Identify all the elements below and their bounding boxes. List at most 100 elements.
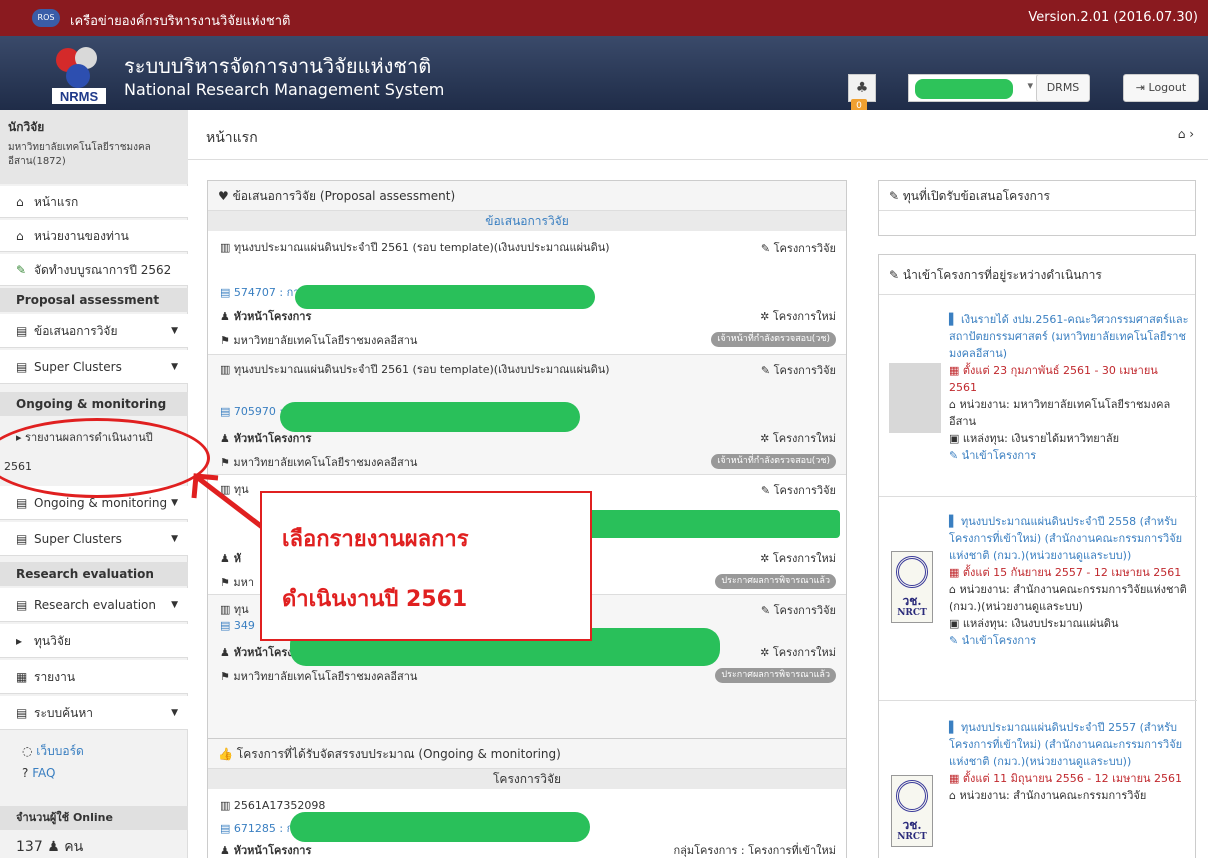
bookmark-icon: ▌ [949,313,961,326]
gear-icon: ✲ [760,646,773,659]
user-university: มหาวิทยาลัยเทคโนโลยีราชมงคลอีสาน(1872) [8,142,151,167]
project-status-new: ✲ โครงการใหม่ [760,307,836,325]
project-new-label: โครงการใหม่ [772,552,836,565]
project-code[interactable]: ▤ 574707 : การ [220,283,305,301]
import-project-link[interactable]: ✎ นำเข้าโครงการ [949,447,1189,464]
report-icon: ▦ [16,670,28,684]
grant-unit-label: หน่วยงาน: มหาวิทยาลัยเทคโนโลยีราชมงคลอีส… [949,398,1171,428]
chevron-down-icon: ▼ [171,362,178,372]
pencil-icon: ✎ [949,634,962,647]
annotation-line-2: ดำเนินงานปี 2561 [282,587,468,612]
pen-icon: ✎ [760,484,774,497]
grant-unit-label: หน่วยงาน: สำนักงานคณะกรรมการวิจัย [959,789,1147,802]
project-code[interactable]: ▤ 671285 : ก [220,819,293,837]
sidebar-item-budget-2562[interactable]: ✎ จัดทำงบบูรณาการปี 2562 [0,254,188,286]
annotation-arrow [191,473,268,532]
gear-icon: ✲ [760,310,773,323]
sidebar-item-reports[interactable]: ▦ รายงาน [0,660,188,694]
project-university: ⚑ มหา [220,573,254,591]
drms-button[interactable]: DRMS [1036,74,1090,102]
open-grants-panel: ✎ ทุนที่เปิดรับข้อเสนอโครงการ [878,180,1196,236]
project-leader: ♟ หัวหน้าโครงการ [220,841,311,859]
grant-unit-label: หน่วยงาน: สำนักงานคณะกรรมการวิจัยแห่งชาต… [949,583,1187,613]
sidebar-item-label: ข้อเสนอการวิจัย [34,324,118,338]
project-type-label: โครงการวิจัย [773,604,836,617]
open-grants-title: ทุนที่เปิดรับข้อเสนอโครงการ [902,189,1050,203]
list-item[interactable]: วช. NRCT ▌ ทุนงบประมาณแผ่นดินประจำปี 255… [879,497,1197,701]
sidebar-item-research-evaluation[interactable]: ▤ Research evaluation ▼ [0,588,188,622]
grant-name-label: ทุนงบประมาณแผ่นดินประจำปี 2558 (สำหรับโค… [949,515,1183,562]
file-icon: ▤ [220,822,234,835]
logout-icon: ⇥ [1135,81,1149,94]
sidebar-item-label: Research evaluation [34,598,156,612]
grant-name[interactable]: ▌ เงินรายได้ งปม.2561-คณะวิศวกรรมศาสตร์แ… [949,311,1189,362]
project-type: ✎ โครงการวิจัย [761,361,836,379]
webboard-label: เว็บบอร์ด [36,744,84,758]
online-count: 137 [16,839,43,855]
sidebar-item-label: Super Clusters [34,360,122,374]
version-label: Version.2.01 (2016.07.30) [1028,10,1198,25]
file-icon: ▤ [220,286,234,299]
grant-source-label: แหล่งทุน: เงินรายได้มหาวิทยาลัย [962,432,1120,445]
proposal-subheader: ข้อเสนอการวิจัย [208,211,846,231]
grant-unit: ⌂ หน่วยงาน: มหาวิทยาลัยเทคโนโลยีราชมงคลอ… [949,396,1189,430]
status-badge: ประกาศผลการพิจารณาแล้ว [715,668,836,683]
sidebar-user-info: นักวิจัย มหาวิทยาลัยเทคโนโลยีราชมงคลอีสา… [0,110,188,184]
grant-name[interactable]: ▌ ทุนงบประมาณแผ่นดินประจำปี 2558 (สำหรับ… [949,513,1189,564]
logout-button[interactable]: ⇥ Logout [1123,74,1199,102]
sidebar-item-grants[interactable]: ▸ ทุนวิจัย [0,624,188,658]
redaction-mark [290,812,590,842]
online-users: 137 ♟ คน [0,836,188,858]
webboard-link[interactable]: ◌ เว็บบอร์ด [0,742,188,761]
barcode-icon: ▥ [220,363,234,376]
project-code[interactable]: ▤ 705970 : [220,405,283,418]
sidebar-item-agency[interactable]: ⌂ หน่วยงานของท่าน [0,220,188,252]
project-code-label: 705970 : [233,405,284,418]
home-icon: ⌂ [16,229,24,243]
fund-label: ทุนงบประมาณแผ่นดินประจำปี 2561 (รอบ temp… [233,241,610,254]
flag-icon: ⚑ [220,334,234,347]
sidebar-item-search[interactable]: ▤ ระบบค้นหา ▼ [0,696,188,730]
gear-icon: ✲ [760,552,773,565]
section-ongoing-monitoring: Ongoing & monitoring [0,392,188,416]
import-project-link[interactable]: ✎ นำเข้าโครงการ [949,632,1189,649]
question-icon: ? [22,766,33,780]
project-university: ⚑ มหาวิทยาลัยเทคโนโลยีราชมงคลอีสาน [220,453,417,471]
list-item[interactable]: ▌ เงินรายได้ งปม.2561-คณะวิศวกรรมศาสตร์แ… [879,295,1197,497]
sidebar-item-proposals[interactable]: ▤ ข้อเสนอการวิจัย ▼ [0,314,188,348]
project-code-label: 671285 : ก [233,822,294,835]
project-group: กลุ่มโครงการ : โครงการที่เข้าใหม่ [673,844,836,857]
list-icon: ▤ [16,598,28,612]
logo-text: NRMS [60,89,99,104]
pen-icon: ✎ [760,242,774,255]
thumbs-up-icon: 👍 [218,747,237,761]
grant-source-label: แหล่งทุน: เงินงบประมาณแผ่นดิน [962,617,1119,630]
list-icon: ▤ [16,532,28,546]
sidebar-item-label: จัดทำงบบูรณาการปี 2562 [34,263,172,277]
ongoing-panel-header: 👍 โครงการที่ได้รับจัดสรรงบประมาณ (Ongoin… [208,739,846,769]
pencil-icon: ✎ [889,268,903,282]
sidebar-item-super-clusters-2[interactable]: ▤ Super Clusters ▼ [0,522,188,556]
file-icon: ▤ [220,619,234,632]
sidebar-item-super-clusters[interactable]: ▤ Super Clusters ▼ [0,350,188,384]
sidebar-item-label: หน่วยงานของท่าน [34,229,129,243]
grant-name[interactable]: ▌ ทุนงบประมาณแผ่นดินประจำปี 2557 (สำหรับ… [949,719,1189,770]
file-icon: ▤ [220,405,234,418]
project-university: ⚑ มหาวิทยาลัยเทคโนโลยีราชมงคลอีสาน [220,331,417,349]
faq-label: FAQ [32,766,56,780]
list-item[interactable]: วช. NRCT ▌ ทุนงบประมาณแผ่นดินประจำปี 255… [879,701,1197,859]
sidebar-item-label: ระบบค้นหา [34,706,94,720]
faq-link[interactable]: ? FAQ [0,766,188,780]
project-code[interactable]: ▤ 349 [220,619,255,632]
notification-button[interactable]: ♣ 0 [848,74,876,113]
redaction-mark [280,402,580,432]
chevron-right-icon: ▸ [16,634,23,648]
heart-icon: ♥ [218,189,233,203]
grant-name-label: เงินรายได้ งปม.2561-คณะวิศวกรรมศาสตร์และ… [949,313,1189,360]
sidebar-item-home[interactable]: ⌂ หน้าแรก [0,186,188,218]
status-badge: เจ้าหน้าที่กำลังตรวจสอบ(วช) [711,332,836,347]
logout-label: Logout [1148,81,1187,94]
user-select[interactable]: ▾ [908,74,1040,102]
flag-icon: ⚑ [220,576,234,589]
home-icon[interactable]: ⌂ › [1178,127,1194,141]
